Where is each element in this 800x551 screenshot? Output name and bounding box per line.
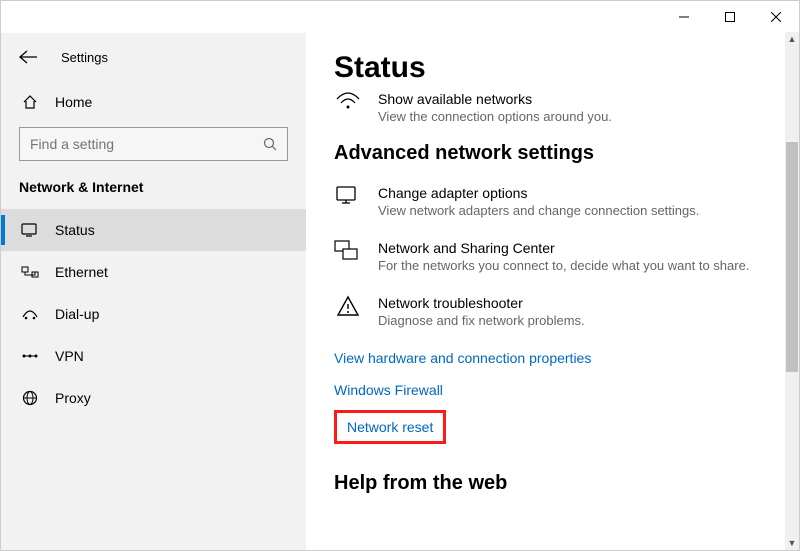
show-networks-sub: View the connection options around you. — [378, 109, 612, 124]
scrollbar-thumb[interactable] — [786, 142, 798, 372]
option-sub: Diagnose and fix network problems. — [378, 313, 585, 328]
search-input[interactable] — [30, 136, 263, 152]
show-networks-title: Show available networks — [378, 91, 612, 107]
change-adapter-option[interactable]: Change adapter options View network adap… — [334, 185, 771, 218]
sidebar-item-label: Ethernet — [55, 264, 108, 280]
search-wrap — [1, 123, 306, 161]
minimize-button[interactable] — [661, 1, 707, 33]
settings-window: Settings Home Network & Internet — [0, 0, 800, 551]
scroll-down-icon[interactable]: ▼ — [788, 536, 797, 550]
titlebar — [1, 1, 799, 33]
sidebar-category: Network & Internet — [1, 161, 306, 209]
sidebar-item-label: VPN — [55, 348, 84, 364]
option-title: Change adapter options — [378, 185, 699, 201]
maximize-button[interactable] — [707, 1, 753, 33]
help-heading: Help from the web — [334, 472, 771, 495]
option-title: Network and Sharing Center — [378, 240, 749, 256]
page-title: Status — [334, 51, 771, 85]
sharing-center-option[interactable]: Network and Sharing Center For the netwo… — [334, 240, 771, 273]
sidebar-item-label: Status — [55, 222, 95, 238]
sidebar-item-vpn[interactable]: VPN — [1, 335, 306, 377]
sidebar-item-status[interactable]: Status — [1, 209, 306, 251]
sidebar-item-label: Proxy — [55, 390, 91, 406]
sidebar-item-dialup[interactable]: Dial-up — [1, 293, 306, 335]
main-panel: Status Show available networks View the … — [306, 33, 799, 550]
adapter-icon — [334, 185, 362, 218]
close-button[interactable] — [753, 1, 799, 33]
wifi-icon — [334, 91, 362, 124]
show-networks-item[interactable]: Show available networks View the connect… — [334, 91, 771, 124]
sidebar-item-ethernet[interactable]: Ethernet — [1, 251, 306, 293]
back-row: Settings — [1, 33, 306, 81]
content-area: Settings Home Network & Internet — [1, 33, 799, 550]
network-reset-highlight: Network reset — [334, 410, 446, 444]
close-icon — [771, 12, 781, 22]
proxy-icon — [21, 390, 39, 406]
home-nav[interactable]: Home — [1, 81, 306, 123]
nav-list: Status Ethernet Dial-up — [1, 209, 306, 419]
warning-icon — [334, 295, 362, 328]
hardware-link[interactable]: View hardware and connection properties — [334, 350, 591, 366]
option-title: Network troubleshooter — [378, 295, 585, 311]
minimize-icon — [679, 12, 689, 22]
sharing-icon — [334, 240, 362, 273]
advanced-heading: Advanced network settings — [334, 142, 771, 165]
troubleshooter-option[interactable]: Network troubleshooter Diagnose and fix … — [334, 295, 771, 328]
status-icon — [21, 223, 39, 237]
vpn-icon — [21, 349, 39, 363]
search-icon — [263, 137, 277, 151]
sidebar-item-label: Dial-up — [55, 306, 99, 322]
sidebar: Settings Home Network & Internet — [1, 33, 306, 550]
sidebar-item-proxy[interactable]: Proxy — [1, 377, 306, 419]
home-label: Home — [55, 94, 92, 110]
back-button[interactable] — [19, 50, 37, 64]
option-sub: View network adapters and change connect… — [378, 203, 699, 218]
home-icon — [21, 94, 39, 110]
maximize-icon — [725, 12, 735, 22]
firewall-link[interactable]: Windows Firewall — [334, 382, 443, 398]
back-arrow-icon — [19, 50, 37, 64]
ethernet-icon — [21, 265, 39, 279]
option-sub: For the networks you connect to, decide … — [378, 258, 749, 273]
app-title: Settings — [61, 50, 108, 65]
network-reset-link[interactable]: Network reset — [347, 419, 433, 435]
dialup-icon — [21, 307, 39, 321]
search-box[interactable] — [19, 127, 288, 161]
vertical-scrollbar[interactable]: ▲ ▼ — [785, 32, 799, 550]
scroll-up-icon[interactable]: ▲ — [788, 32, 797, 46]
